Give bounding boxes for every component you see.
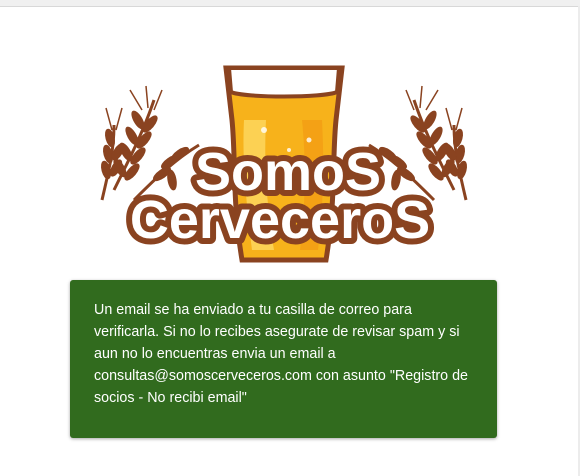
logo-line2: CerveceroS xyxy=(130,190,430,250)
logo-image: SomoS CerveceroS xyxy=(100,65,468,263)
left-wheat-icon xyxy=(100,85,200,202)
email-sent-notice: Un email se ha enviado a tu casilla de c… xyxy=(70,280,497,438)
right-wheat-icon xyxy=(368,85,468,202)
notice-message: Un email se ha enviado a tu casilla de c… xyxy=(94,302,469,406)
somos-cerveceros-logo: SomoS CerveceroS xyxy=(74,50,494,270)
browser-top-bar xyxy=(0,0,580,7)
